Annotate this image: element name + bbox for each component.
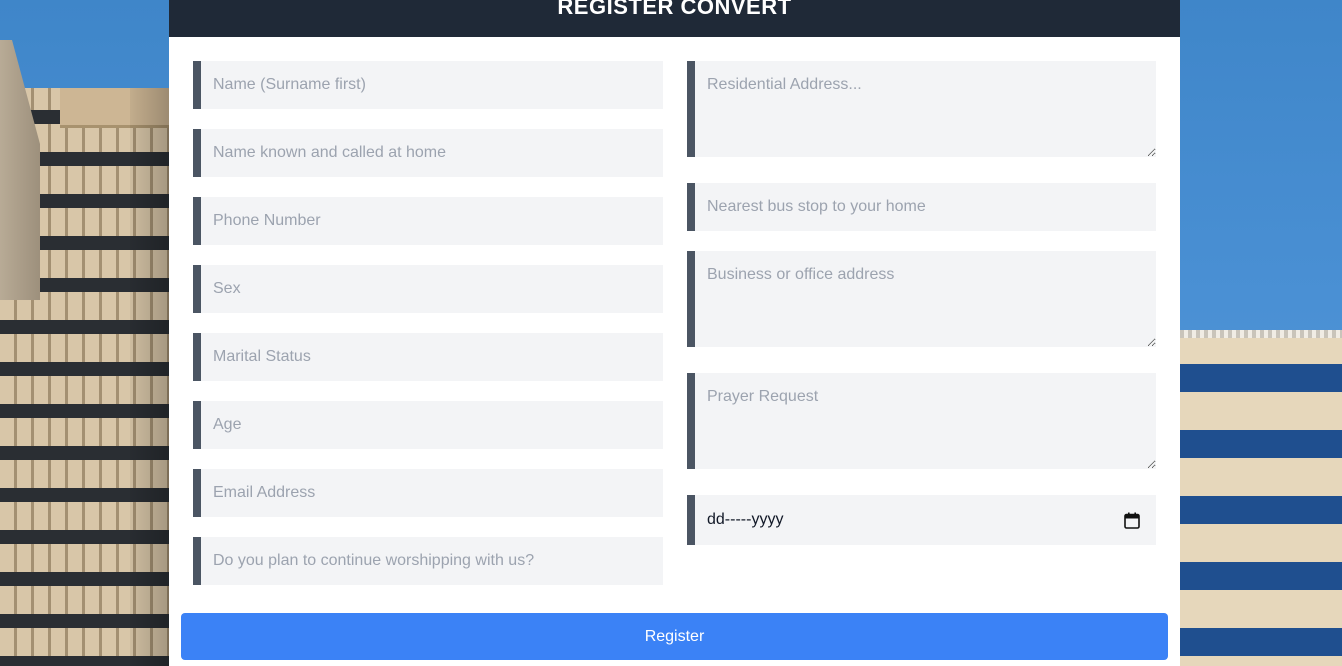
calendar-icon[interactable] <box>1124 512 1140 529</box>
continue-worship-input[interactable] <box>193 537 663 585</box>
form-header: REGISTER CONVERT <box>169 0 1180 37</box>
marital-status-input[interactable] <box>193 333 663 381</box>
form-title: REGISTER CONVERT <box>557 0 792 19</box>
surname-first-input[interactable] <box>193 61 663 109</box>
home-name-input[interactable] <box>193 129 663 177</box>
background-building-left <box>0 0 172 666</box>
business-address-textarea[interactable] <box>687 251 1156 347</box>
register-form-card: REGISTER CONVERT dd-----yyyy Register <box>169 0 1180 666</box>
nearest-bus-stop-input[interactable] <box>687 183 1156 231</box>
background-building-right <box>1176 0 1342 666</box>
date-value: dd-----yyyy <box>707 511 784 528</box>
age-input[interactable] <box>193 401 663 449</box>
residential-address-textarea[interactable] <box>687 61 1156 157</box>
phone-number-input[interactable] <box>193 197 663 245</box>
building-facade <box>1176 338 1342 666</box>
building-shadow <box>130 88 172 666</box>
sex-input[interactable] <box>193 265 663 313</box>
date-input[interactable]: dd-----yyyy <box>687 495 1156 545</box>
building-foreground <box>0 40 40 300</box>
email-address-input[interactable] <box>193 469 663 517</box>
prayer-request-textarea[interactable] <box>687 373 1156 469</box>
register-button[interactable]: Register <box>181 613 1168 660</box>
